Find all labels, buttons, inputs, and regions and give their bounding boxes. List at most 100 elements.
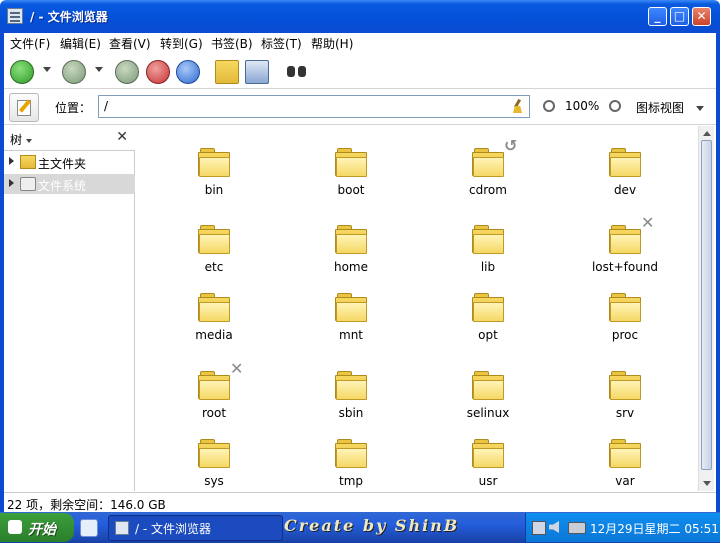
icon-view[interactable]: bin boot ↺ cdrom dev etc home lib ✕ lost+found med… xyxy=(140,126,698,491)
back-icon[interactable] xyxy=(10,60,34,84)
folder-item[interactable]: var xyxy=(575,439,675,488)
folder-label: media xyxy=(195,328,233,342)
folder-item[interactable]: usr xyxy=(438,439,538,488)
folder-label: opt xyxy=(478,328,498,342)
scroll-down-icon[interactable] xyxy=(703,481,711,486)
sidebar-type-select[interactable]: 树 xyxy=(10,131,32,148)
chevron-down-icon xyxy=(25,138,32,143)
folder-label: bin xyxy=(204,183,224,197)
folder-label: mnt xyxy=(339,328,363,342)
network-icon[interactable] xyxy=(532,521,546,535)
folder-item[interactable]: ✕ root xyxy=(164,359,264,420)
taskbar: 开始 / - 文件浏览器 Create by ShinB 12月29日星期二 0… xyxy=(0,512,720,543)
sidebar-header: 树 ✕ xyxy=(4,126,135,151)
vertical-scrollbar[interactable] xyxy=(698,126,714,491)
drive-tray-icon[interactable] xyxy=(568,522,586,534)
folder-icon xyxy=(198,148,230,178)
maximize-button[interactable]: □ xyxy=(670,7,689,26)
zoom-out-icon[interactable] xyxy=(543,100,555,112)
folder-label: sbin xyxy=(338,406,364,420)
reload-icon[interactable] xyxy=(176,60,200,84)
expand-arrow-icon[interactable] xyxy=(9,157,14,165)
folder-item[interactable]: boot xyxy=(301,148,401,197)
folder-item[interactable]: lib xyxy=(438,225,538,274)
menu-help[interactable]: 帮助(H) xyxy=(311,35,353,52)
stop-icon[interactable] xyxy=(146,60,170,84)
app-icon[interactable] xyxy=(7,8,23,24)
status-bar: 22 项，剩余空间：146.0 GB xyxy=(4,492,716,512)
folder-item[interactable]: dev xyxy=(575,148,675,197)
folder-item[interactable]: ✕ lost+found xyxy=(575,213,675,274)
folder-label: home xyxy=(333,260,369,274)
menu-bookmarks[interactable]: 书签(B) xyxy=(211,35,253,52)
menu-view[interactable]: 查看(V) xyxy=(109,35,151,52)
sidebar-type-label: 树 xyxy=(10,133,23,147)
folder-item[interactable]: proc xyxy=(575,293,675,342)
folder-item[interactable]: sys xyxy=(164,439,264,488)
folder-item[interactable]: selinux xyxy=(438,371,538,420)
folder-icon xyxy=(472,225,504,255)
sidebar-item-label: 文件系统 xyxy=(38,179,87,193)
folder-item[interactable]: etc xyxy=(164,225,264,274)
back-history-dropdown[interactable] xyxy=(43,67,51,72)
taskbar-window-label: / - 文件浏览器 xyxy=(135,522,212,536)
start-button[interactable]: 开始 xyxy=(0,513,74,542)
window-title: / - 文件浏览器 xyxy=(30,10,108,24)
zoom-level[interactable]: 100% xyxy=(565,99,599,113)
folder-icon xyxy=(335,293,367,323)
zoom-in-icon[interactable] xyxy=(609,100,621,112)
folder-icon xyxy=(609,148,641,178)
forward-history-dropdown[interactable] xyxy=(95,67,103,72)
window-frame-right xyxy=(716,33,720,512)
expand-arrow-icon[interactable] xyxy=(9,179,14,187)
volume-icon[interactable] xyxy=(549,521,559,533)
close-button[interactable]: ✕ xyxy=(692,7,711,26)
location-input[interactable]: / xyxy=(98,95,530,118)
search-binoculars-icon[interactable] xyxy=(286,60,308,82)
folder-item[interactable]: sbin xyxy=(301,371,401,420)
computer-icon[interactable] xyxy=(245,60,269,84)
up-icon[interactable] xyxy=(115,60,139,84)
folder-icon xyxy=(472,148,504,178)
folder-icon xyxy=(335,439,367,469)
folder-item[interactable]: tmp xyxy=(301,439,401,488)
clear-location-icon[interactable] xyxy=(511,98,525,113)
home-folder-icon[interactable] xyxy=(215,60,239,84)
close-sidebar-icon[interactable]: ✕ xyxy=(116,129,128,145)
folder-icon xyxy=(335,148,367,178)
folder-item[interactable]: ↺ cdrom xyxy=(438,136,538,197)
quick-launch-icon[interactable] xyxy=(80,519,98,537)
chevron-down-icon xyxy=(695,106,704,111)
minimize-button[interactable]: _ xyxy=(648,7,667,26)
scroll-thumb[interactable] xyxy=(701,140,712,470)
menu-file[interactable]: 文件(F) xyxy=(10,35,50,52)
menu-tabs[interactable]: 标签(T) xyxy=(261,35,302,52)
clock[interactable]: 12月29日星期二 05:51 xyxy=(590,520,719,537)
title-bar[interactable]: / - 文件浏览器 _ □ ✕ xyxy=(0,0,720,33)
start-label: 开始 xyxy=(28,522,56,538)
folder-item[interactable]: srv xyxy=(575,371,675,420)
view-mode-select[interactable]: 图标视图 xyxy=(636,99,704,116)
sidebar: 树 ✕ 主文件夹 文件系统 xyxy=(4,126,135,491)
system-tray: 12月29日星期二 05:51 xyxy=(525,513,720,542)
toggle-location-edit-button[interactable] xyxy=(9,93,39,122)
sidebar-item-home[interactable]: 主文件夹 xyxy=(4,152,135,172)
sidebar-item-filesystem[interactable]: 文件系统 xyxy=(4,174,135,194)
menu-go[interactable]: 转到(G) xyxy=(160,35,203,52)
location-bar: 位置： / 100% 图标视图 xyxy=(4,89,716,125)
taskbar-window-button[interactable]: / - 文件浏览器 xyxy=(108,515,283,541)
folder-item[interactable]: home xyxy=(301,225,401,274)
menubar: 文件(F) 编辑(E) 查看(V) 转到(G) 书签(B) 标签(T) 帮助(H… xyxy=(4,33,716,53)
brand-text: Create by ShinB xyxy=(284,516,460,535)
folder-icon xyxy=(609,371,641,401)
folder-item[interactable]: opt xyxy=(438,293,538,342)
folder-item[interactable]: mnt xyxy=(301,293,401,342)
folder-item[interactable]: bin xyxy=(164,148,264,197)
forward-icon[interactable] xyxy=(62,60,86,84)
folder-item[interactable]: media xyxy=(164,293,264,342)
scroll-up-icon[interactable] xyxy=(703,131,711,136)
menu-edit[interactable]: 编辑(E) xyxy=(60,35,101,52)
folder-icon xyxy=(198,371,230,401)
folder-icon xyxy=(609,439,641,469)
folder-icon xyxy=(198,439,230,469)
